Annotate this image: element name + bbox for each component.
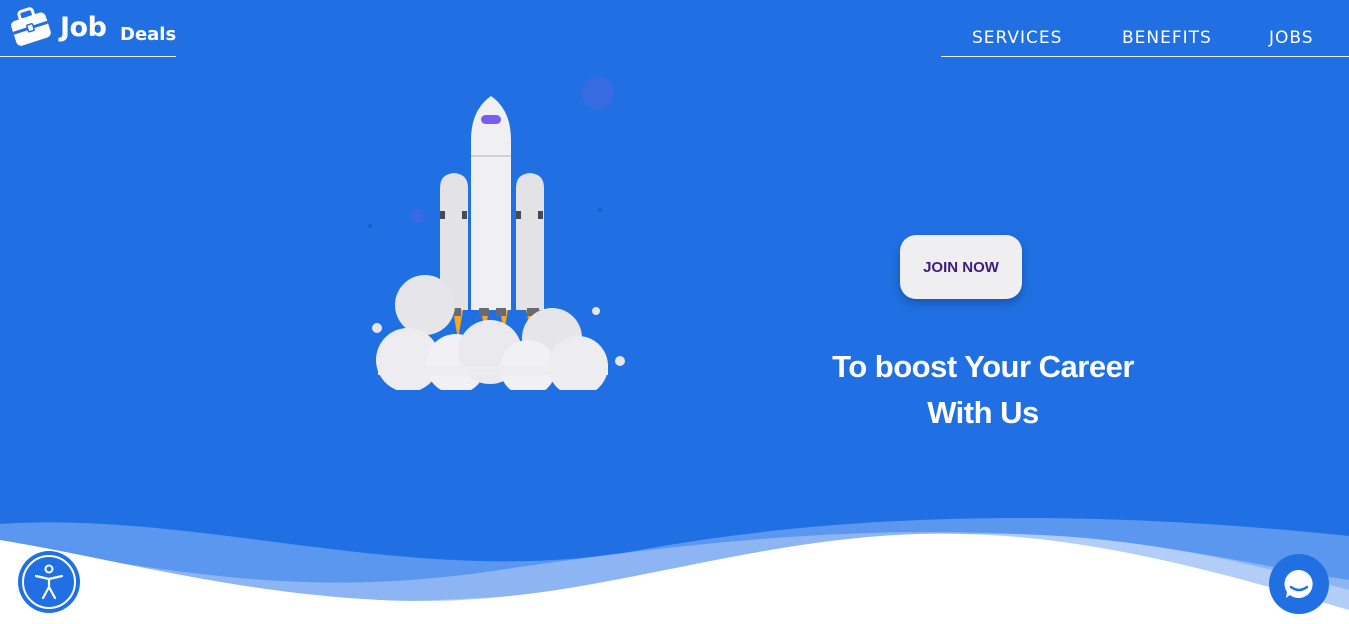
- chat-bubble-icon: [1284, 569, 1313, 598]
- main-nav: SERVICES BENEFITS JOBS: [941, 0, 1349, 57]
- hero-tagline: To boost Your Career With Us: [768, 344, 1198, 436]
- accessibility-button[interactable]: [18, 551, 80, 613]
- brand-name-primary: Job: [60, 12, 107, 43]
- nav-item-benefits[interactable]: BENEFITS: [1122, 28, 1212, 48]
- accessibility-icon: [22, 555, 76, 609]
- join-now-button[interactable]: JOIN NOW: [900, 235, 1022, 299]
- tagline-line-2: With Us: [927, 395, 1039, 430]
- wave-decoration: [0, 517, 1349, 624]
- nav-item-services[interactable]: SERVICES: [972, 28, 1062, 48]
- brand-name-secondary: Deals: [120, 24, 177, 45]
- briefcase-icon: [11, 7, 51, 46]
- tagline-line-1: To boost Your Career: [832, 349, 1134, 384]
- nav-item-jobs[interactable]: JOBS: [1269, 28, 1314, 48]
- chat-button[interactable]: [1269, 554, 1329, 614]
- rocket-launch-illustration: [368, 77, 625, 390]
- hero-section: Job Deals SERVICES BENEFITS JOBS JOIN NO…: [0, 0, 1349, 624]
- logo[interactable]: Job Deals: [0, 0, 176, 57]
